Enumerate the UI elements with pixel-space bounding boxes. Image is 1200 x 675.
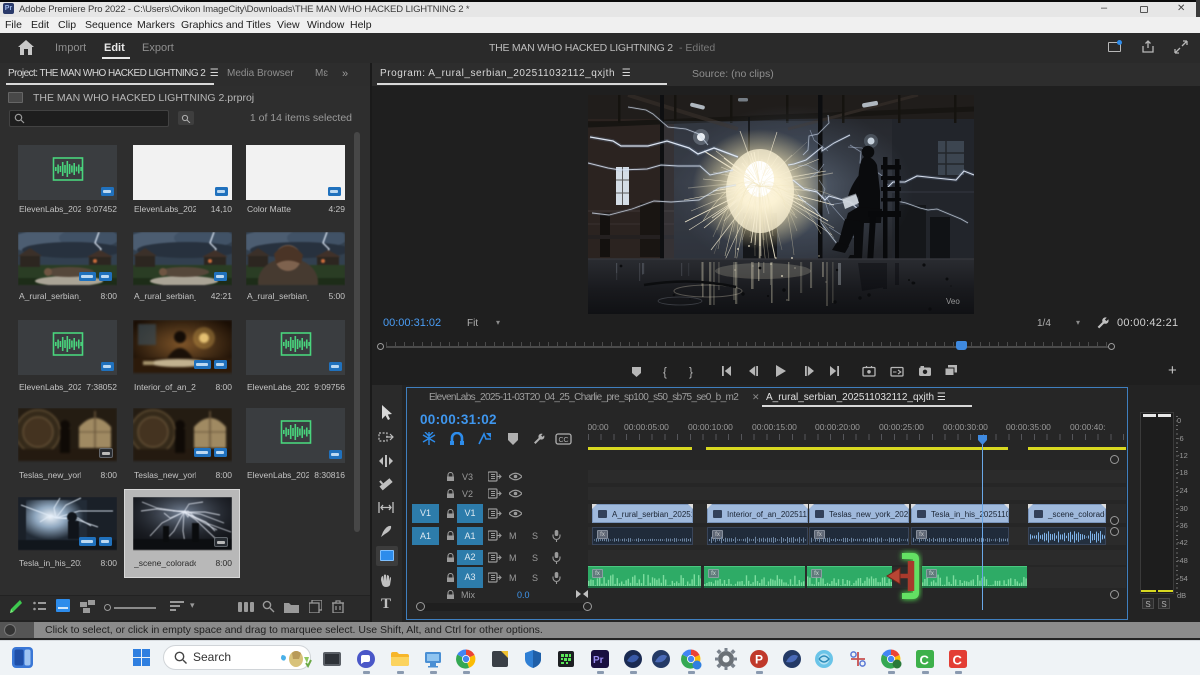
svg-text:P: P [755,653,763,667]
svg-text:Veo: Veo [946,297,960,306]
svg-text:CC: CC [559,437,569,444]
svg-text:T: T [381,596,391,611]
svg-text:{: { [663,367,667,379]
svg-text:C: C [920,653,930,668]
svg-text:C: C [953,653,963,668]
svg-text:Pr: Pr [593,655,604,666]
svg-text:}: } [689,367,693,379]
